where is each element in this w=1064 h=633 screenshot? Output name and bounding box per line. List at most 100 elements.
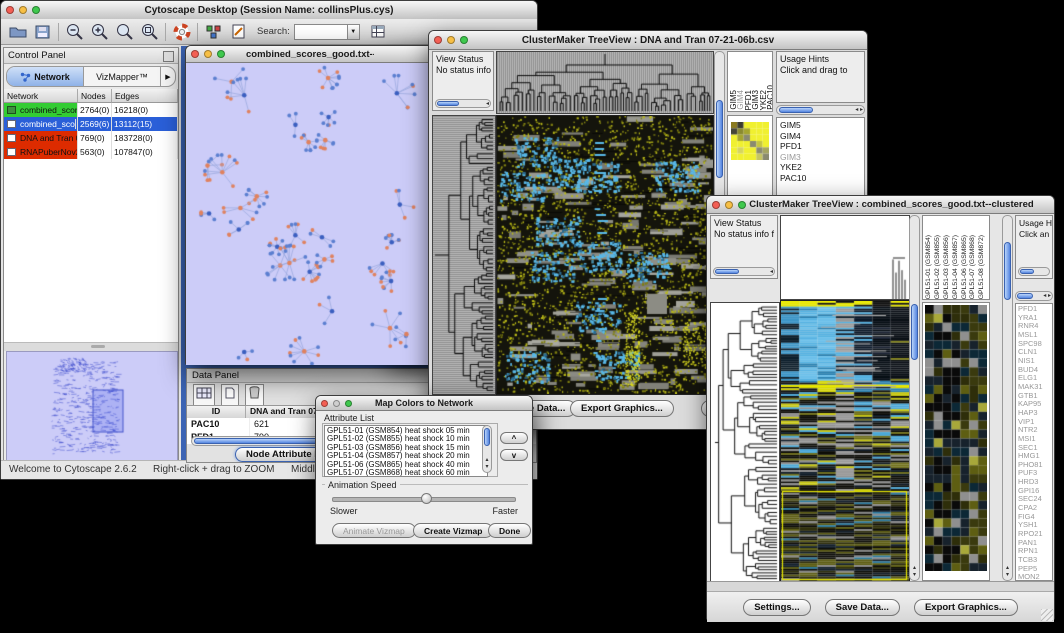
save-data-button[interactable]: Save Data... (825, 599, 900, 616)
data-col-id[interactable]: ID (187, 406, 246, 418)
attribute-listbox[interactable]: GPL51-01 (GSM854) heat shock 05 minGPL51… (324, 425, 488, 477)
zoom-window-icon[interactable] (460, 36, 468, 44)
create-vizmap-button[interactable]: Create Vizmap (413, 523, 493, 538)
gene-label[interactable]: PFD1 (780, 141, 864, 152)
main-title-bar[interactable]: Cytoscape Desktop (Session Name: collins… (1, 1, 537, 20)
zoom-window-icon[interactable] (32, 6, 40, 14)
tv1-column-dendrogram[interactable] (496, 51, 714, 114)
minimize-icon[interactable] (19, 6, 27, 14)
table-import-icon[interactable] (366, 21, 391, 42)
tv2-heatmap-canvas[interactable] (780, 300, 910, 583)
move-down-button[interactable]: v (500, 449, 528, 461)
save-session-icon[interactable] (30, 21, 55, 42)
gene-label[interactable]: GIM3 (780, 152, 864, 163)
column-label[interactable]: GPL51-07 (GSM868) (969, 235, 978, 299)
tv1-export-graphics-button[interactable]: Export Graphics... (570, 400, 674, 417)
minimize-icon[interactable] (333, 400, 340, 407)
zoom-fit-icon[interactable] (137, 21, 162, 42)
export-graphics-button[interactable]: Export Graphics... (914, 599, 1018, 616)
animate-vizmap-button[interactable]: Animate Vizmap (332, 523, 416, 538)
network-view-canvas[interactable] (186, 63, 434, 365)
search-input[interactable] (294, 24, 348, 40)
column-label[interactable]: PAC10 (767, 85, 773, 110)
col-network[interactable]: Network (4, 89, 78, 103)
column-label[interactable]: GPL51-02 (GSM855) (934, 235, 943, 299)
faster-label: Faster (492, 506, 518, 516)
gene-label[interactable]: GIM5 (780, 120, 864, 131)
tab-overflow-icon[interactable]: ▶ (160, 67, 175, 86)
tv2-column-dendrogram[interactable] (780, 215, 910, 300)
resize-grip[interactable] (1041, 609, 1053, 621)
attribute-grid-icon[interactable] (193, 384, 215, 406)
network-table-row[interactable]: combined_scores_ 2764(0) 16218(0) (4, 103, 178, 117)
column-label[interactable]: GPL51-03 (GSM856) (943, 235, 952, 299)
column-label[interactable]: GPL51-04 (GSM857) (952, 235, 961, 299)
tv2-heatmap-vscrollbar[interactable]: ▴▾ (909, 215, 920, 581)
attribute-item[interactable]: GPL51-07 (GSM868) heat shock 60 min (327, 469, 485, 477)
close-icon[interactable] (6, 6, 14, 14)
move-up-button[interactable]: ^ (500, 432, 528, 444)
treeview2-title-bar[interactable]: ClusterMaker TreeView : combined_scores_… (707, 196, 1054, 214)
tv1-heatmap-canvas[interactable] (496, 115, 714, 395)
tv1-usage-hscrollbar[interactable]: ◂ ▸ (776, 105, 865, 115)
network-list-empty-area (4, 165, 178, 342)
slower-label: Slower (330, 506, 358, 516)
gene-label[interactable]: MON2 (1018, 573, 1052, 581)
tv1-status-hscrollbar[interactable]: ◂ (435, 99, 491, 108)
gene-label[interactable]: YKE2 (780, 162, 864, 173)
network-overview-thumbnail[interactable] (6, 351, 178, 463)
tab-vizmapper[interactable]: VizMapper™ (84, 67, 160, 86)
tv2-usage-hscrollbar[interactable] (1018, 267, 1050, 276)
search-dropdown-icon[interactable]: ▼ (348, 24, 360, 40)
slider-thumb[interactable] (421, 493, 432, 504)
tv2-gene-list: PFD1YRA1RNR4MSL1SPC98CLN1NIS1BUD4ELG1MAK… (1015, 303, 1053, 581)
gene-label[interactable]: PAC10 (780, 173, 864, 184)
delete-attribute-icon[interactable] (245, 384, 264, 406)
close-icon[interactable] (321, 400, 328, 407)
network-table-row[interactable]: combined_sco 2569(6) 13112(15) (4, 117, 178, 131)
zoom-window-icon[interactable] (345, 400, 352, 407)
close-icon[interactable] (712, 201, 720, 209)
attribute-list-label: Attribute List (324, 413, 374, 423)
minimize-icon[interactable] (447, 36, 455, 44)
zoom-out-icon[interactable] (62, 21, 87, 42)
help-lifesaver-icon[interactable] (169, 21, 194, 42)
gene-label[interactable]: GIM4 (780, 131, 864, 142)
tv2-status-hscrollbar[interactable]: ◂ (713, 267, 775, 276)
settings-button[interactable]: Settings... (743, 599, 810, 616)
tv2-genes-hscrollbar[interactable]: ◂ ▸ (1015, 291, 1053, 301)
done-button[interactable]: Done (488, 523, 531, 538)
column-label[interactable]: GPL51-01 (GSM854) (925, 235, 934, 299)
treeview1-title-bar[interactable]: ClusterMaker TreeView : DNA and Tran 07-… (429, 31, 867, 50)
tv1-minimap-heatmap[interactable] (731, 122, 769, 160)
zoom-selected-region-icon[interactable] (112, 21, 137, 42)
network-window-title-bar[interactable]: combined_scores_good.txt--cluste... (186, 46, 434, 63)
animation-speed-slider[interactable] (332, 497, 516, 502)
column-label[interactable]: GPL51-08 (GSM872) (978, 235, 987, 299)
close-icon[interactable] (434, 36, 442, 44)
dialog-title-bar[interactable]: Map Colors to Network (316, 396, 532, 411)
control-panel: Control Panel Network VizMapper™ ▶ Netwo… (3, 47, 179, 463)
map-attributes-icon[interactable] (201, 21, 226, 42)
tv1-row-dendrogram[interactable] (432, 115, 496, 395)
zoom-window-icon[interactable] (217, 50, 225, 58)
tv2-detail-heatmap[interactable] (925, 305, 987, 571)
col-nodes[interactable]: Nodes (78, 89, 112, 103)
close-icon[interactable] (191, 50, 199, 58)
tv2-row-dendrogram[interactable] (710, 302, 780, 583)
annotation-icon[interactable] (226, 21, 251, 42)
col-edges[interactable]: Edges (112, 89, 178, 103)
attribute-list-vscrollbar[interactable]: ▴▾ (482, 425, 492, 473)
tab-network[interactable]: Network (7, 67, 84, 86)
minimize-icon[interactable] (204, 50, 212, 58)
panel-splitter[interactable] (4, 342, 178, 351)
float-panel-icon[interactable] (163, 51, 174, 62)
network-table: combined_scores_ 2764(0) 16218(0) combin… (4, 103, 178, 166)
tv2-detail-vscrollbar[interactable]: ▴▾ (1002, 215, 1013, 581)
minimize-icon[interactable] (725, 201, 733, 209)
zoom-in-icon[interactable] (87, 21, 112, 42)
open-network-icon[interactable] (5, 21, 30, 42)
network-table-row[interactable]: DNA and Tran 07 769(0) 183728(0) (4, 131, 178, 145)
network-table-row[interactable]: RNAPuberNov2+ 563(0) 107847(0) (4, 145, 178, 159)
new-attribute-icon[interactable] (221, 384, 239, 406)
